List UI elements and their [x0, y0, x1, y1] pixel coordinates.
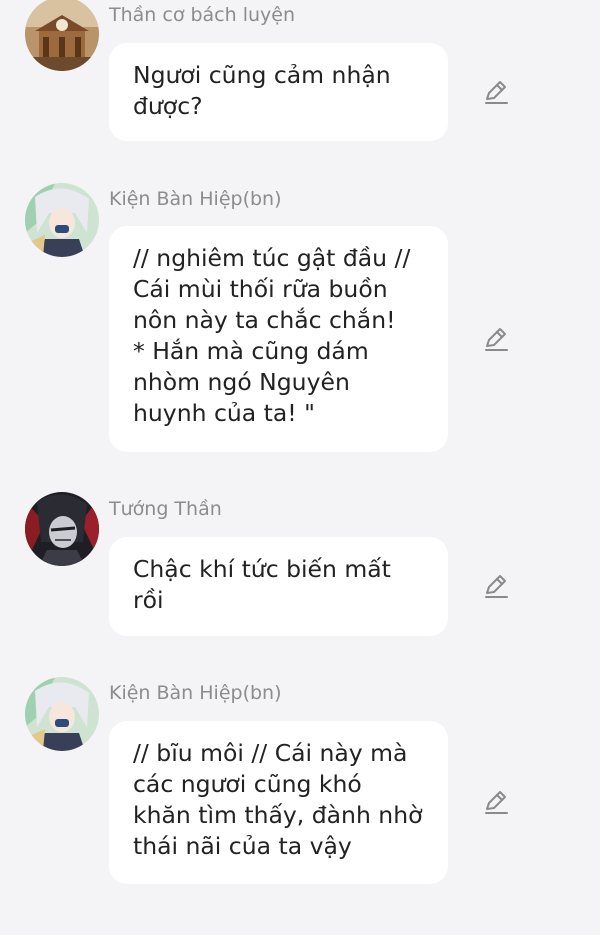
sender-name: Tướng Thần	[109, 498, 222, 520]
temple-avatar-icon[interactable]	[25, 0, 99, 71]
pencil-icon[interactable]	[482, 788, 510, 816]
sender-name: Thần cơ bách luyện	[109, 4, 296, 26]
white-haired-character-avatar-icon[interactable]	[25, 677, 99, 751]
white-haired-character-avatar-icon[interactable]	[25, 183, 99, 257]
dark-haired-character-avatar-icon[interactable]	[25, 492, 99, 566]
message-bubble[interactable]: Chậc khí tức biến mất rồi	[109, 537, 448, 636]
sender-name: Kiện Bàn Hiệp(bn)	[109, 188, 282, 210]
chat-container: Thần cơ bách luyện Ngươi cũng cảm nhận đ…	[0, 0, 600, 935]
message-bubble[interactable]: // nghiêm túc gật đầu // Cái mùi thối rữ…	[109, 226, 448, 452]
pencil-icon[interactable]	[482, 325, 510, 353]
message-bubble[interactable]: // bĩu môi // Cái này mà các ngươi cũng …	[109, 721, 448, 884]
pencil-icon[interactable]	[482, 78, 510, 106]
pencil-icon[interactable]	[482, 572, 510, 600]
message-bubble[interactable]: Ngươi cũng cảm nhận được?	[109, 43, 448, 141]
sender-name: Kiện Bàn Hiệp(bn)	[109, 682, 282, 704]
